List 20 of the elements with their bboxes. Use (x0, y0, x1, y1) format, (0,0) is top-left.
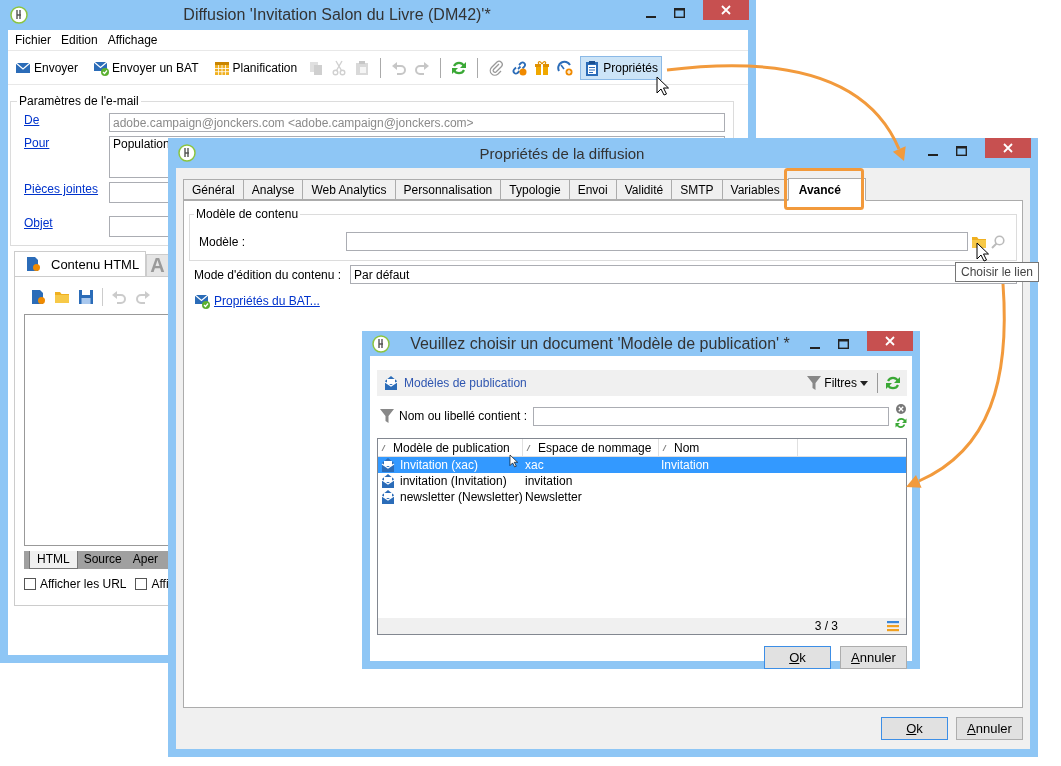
folder-label: Modèles de publication (404, 376, 527, 390)
field-label: Mode d'édition du contenu : (194, 267, 343, 282)
group-title: Modèle de contenu (194, 207, 301, 221)
window-title: Propriétés de la diffusion (479, 144, 645, 162)
group-title: Paramètres de l'e-mail (17, 94, 141, 108)
table-cell: invitation (Invitation) (400, 474, 507, 488)
tooltip: Choisir le lien (955, 262, 1040, 282)
window-title: Diffusion 'Invitation Salon du Livre (DM42)'* (183, 6, 491, 23)
checkbox-label: Affi (151, 577, 169, 591)
table-cell: newsletter (Newsletter) (400, 490, 523, 504)
window-title: Veuillez choisir un document 'Modèle de publication' * (410, 334, 790, 352)
table-cell: Newsletter (525, 490, 582, 504)
table-cell: Invitation (661, 458, 710, 472)
table-cell: xac (525, 458, 544, 472)
checkbox-label: Afficher les URL (40, 577, 127, 591)
table-cell: Invitation (xac) (400, 458, 479, 472)
field-label: Modèle : (199, 234, 247, 249)
record-count: 3 / 3 (814, 619, 838, 633)
filter-label: Nom ou libellé contient : (399, 409, 528, 423)
table-cell: invitation (525, 474, 573, 488)
